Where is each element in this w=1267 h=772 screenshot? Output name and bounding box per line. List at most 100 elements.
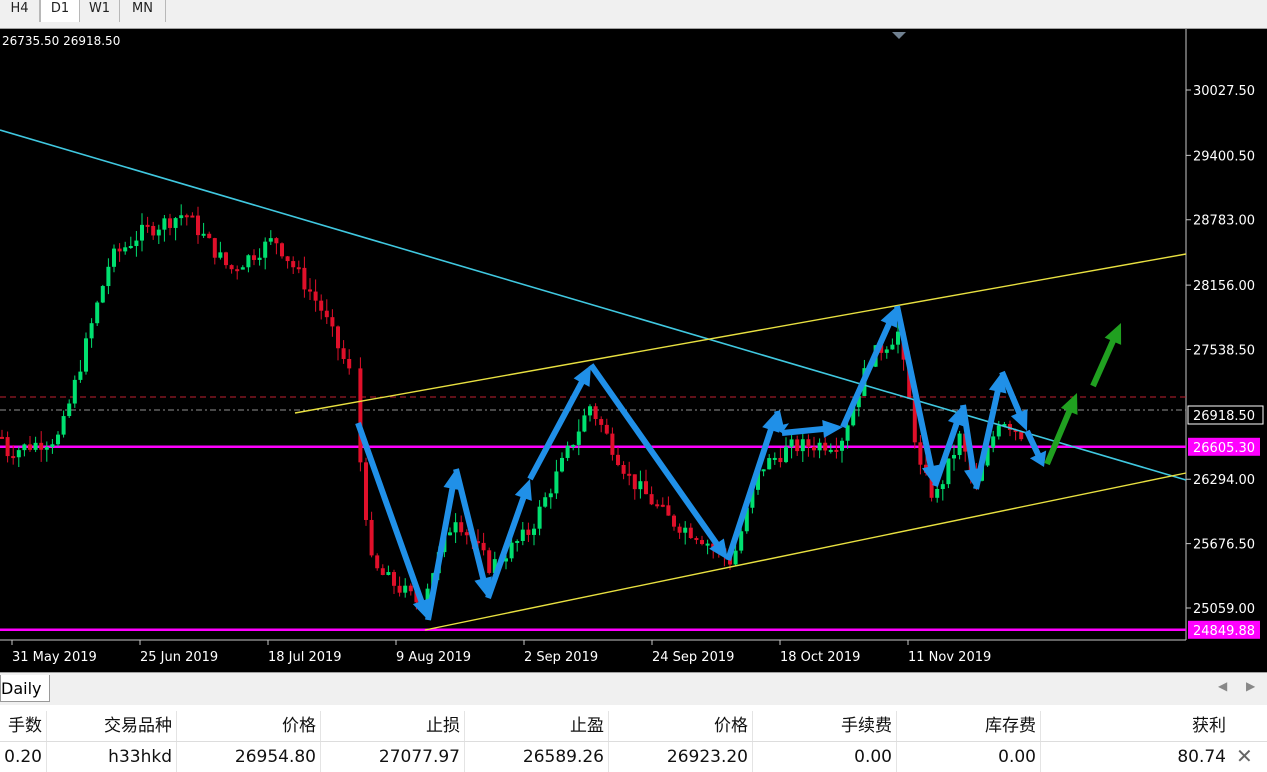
candle-body: [593, 406, 598, 420]
candle-body: [683, 527, 688, 533]
candle-body: [621, 465, 626, 474]
col-price[interactable]: 价格: [177, 711, 321, 741]
date-axis-label: 18 Jul 2019: [268, 650, 342, 665]
candle-body: [235, 269, 240, 272]
candle-body: [22, 444, 27, 451]
candle-body: [840, 440, 844, 451]
candle-body: [190, 215, 195, 218]
candle-body: [274, 238, 279, 244]
candle-body: [252, 255, 256, 260]
candle-body: [935, 489, 940, 498]
candle-body: [140, 224, 144, 241]
candle-body: [229, 265, 234, 270]
candle-body: [341, 348, 346, 359]
candle-body: [380, 568, 385, 575]
cell-price: 26954.80: [177, 742, 321, 772]
candle-body: [991, 436, 996, 448]
tab-daily[interactable]: Daily: [0, 675, 50, 702]
candle-body: [240, 267, 245, 270]
candle-body: [246, 255, 251, 268]
level-upper-label: 26605.30: [1193, 441, 1255, 456]
candle-body: [515, 540, 520, 543]
cell-stop-loss: 27077.97: [321, 742, 465, 772]
candle-body: [828, 449, 833, 452]
zigzag-arrow-icon: [725, 411, 780, 561]
timeframe-w1[interactable]: W1: [80, 0, 120, 22]
candle-body: [375, 555, 380, 569]
col-current-price[interactable]: 价格: [609, 711, 753, 741]
candle-body: [896, 331, 900, 345]
candle-body: [5, 437, 10, 457]
candle-body: [459, 522, 464, 533]
current-price-label: 26918.50: [1193, 409, 1255, 424]
candle-body: [50, 444, 55, 447]
cell-swap: 0.00: [897, 742, 1041, 772]
close-order-icon[interactable]: ✕: [1236, 746, 1253, 766]
date-axis-label: 9 Aug 2019: [396, 650, 471, 665]
col-swap[interactable]: 库存费: [897, 711, 1041, 741]
candle-body: [649, 494, 654, 505]
candle-body: [610, 433, 615, 455]
candle-body: [168, 218, 172, 228]
col-take-profit[interactable]: 止盈: [465, 711, 609, 741]
candle-body: [78, 371, 83, 380]
col-stop-loss[interactable]: 止损: [321, 711, 465, 741]
col-lots[interactable]: 手数: [0, 711, 47, 741]
candle-body: [100, 286, 105, 303]
candle-body: [207, 233, 212, 239]
candle-body: [688, 527, 693, 539]
candle-body: [778, 457, 783, 463]
price-axis-label: 30027.50: [1193, 84, 1255, 99]
candle-body: [196, 215, 200, 236]
price-chart[interactable]: 30027.50 29400.50 28783.00 28156.00 27538.50…: [0, 29, 1267, 672]
cell-current-price: 26923.20: [609, 742, 753, 772]
tab-scroll-right-icon[interactable]: ▶: [1246, 679, 1255, 693]
candle-body: [940, 484, 945, 490]
candle-body: [358, 368, 363, 463]
candle-body: [173, 218, 178, 228]
candle-body: [666, 505, 671, 516]
candle-body: [509, 542, 514, 559]
col-symbol[interactable]: 交易品种: [47, 711, 177, 741]
timeframe-mn[interactable]: MN: [120, 0, 166, 22]
candle-body: [184, 215, 189, 218]
cell-symbol: h33hkd: [47, 742, 177, 772]
candle-body: [11, 456, 16, 459]
candle-body: [834, 449, 839, 452]
table-row[interactable]: 0.20 h33hkd 26954.80 27077.97 26589.26 2…: [0, 742, 1267, 772]
timeframe-d1[interactable]: D1: [40, 0, 80, 22]
candle-body: [302, 267, 307, 290]
candle-body: [890, 344, 895, 350]
candle-body: [705, 543, 710, 546]
col-profit[interactable]: 获利: [1041, 711, 1230, 741]
candle-body: [576, 431, 581, 445]
candle-body: [632, 474, 637, 490]
candle-body: [386, 572, 391, 575]
candle-body: [812, 446, 816, 451]
candle-body: [672, 515, 676, 527]
candle-body: [784, 446, 788, 463]
candle-body: [487, 550, 492, 573]
candle-body: [364, 462, 368, 520]
candle-body: [179, 215, 184, 219]
candle-body: [257, 257, 262, 260]
date-axis-label: 18 Oct 2019: [780, 650, 860, 665]
col-commission[interactable]: 手续费: [753, 711, 897, 741]
zigzag-arrow-icon: [425, 469, 462, 621]
candle-body: [582, 415, 587, 432]
timeframe-h4[interactable]: H4: [0, 0, 40, 22]
candle-body: [464, 532, 469, 536]
candle-body: [291, 261, 296, 268]
chart-canvas[interactable]: 30027.50 29400.50 28783.00 28156.00 27538.50…: [0, 29, 1267, 672]
candle-body: [268, 238, 273, 242]
candle-body: [946, 458, 951, 485]
candle-body: [72, 379, 77, 404]
candle-body: [520, 529, 525, 541]
candle-body: [560, 457, 564, 472]
tab-scroll-left-icon[interactable]: ◀: [1218, 679, 1227, 693]
date-axis-label: 11 Nov 2019: [908, 650, 991, 665]
chart-tab-bar: Daily ◀ ▶: [0, 672, 1267, 706]
price-axis-label: 28783.00: [1193, 214, 1255, 229]
price-axis-label: 25059.00: [1193, 602, 1255, 617]
candle-body: [89, 323, 94, 339]
